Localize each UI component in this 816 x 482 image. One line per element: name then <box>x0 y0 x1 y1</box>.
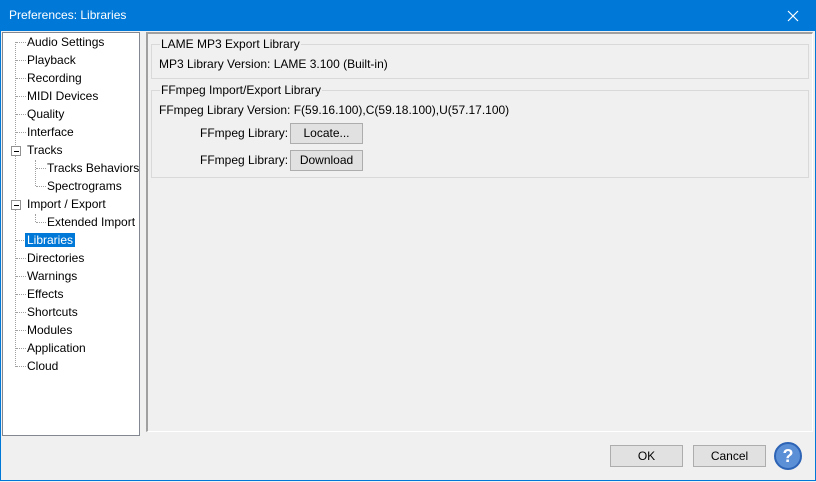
tree-connector <box>35 214 36 222</box>
ffmpeg-version-text: FFmpeg Library Version: F(59.16.100),C(5… <box>159 103 510 117</box>
help-button[interactable]: ? <box>774 442 802 470</box>
download-button[interactable]: Download <box>290 150 363 171</box>
window-title: Preferences: Libraries <box>9 8 127 22</box>
ffmpeg-download-label: FFmpeg Library: <box>200 153 289 167</box>
tree-connector <box>35 160 36 186</box>
lame-version-text: MP3 Library Version: LAME 3.100 (Built-i… <box>159 57 388 71</box>
locate-button[interactable]: Locate... <box>290 123 363 144</box>
tree-item-midi-devices[interactable]: MIDI Devices <box>25 88 100 104</box>
tree-item-application[interactable]: Application <box>25 340 88 356</box>
cancel-button[interactable]: Cancel <box>693 445 766 467</box>
tree-item-extended-import[interactable]: Extended Import <box>45 214 137 230</box>
ok-button[interactable]: OK <box>610 445 683 467</box>
tree-item-warnings[interactable]: Warnings <box>25 268 79 284</box>
tree-item-tracks-behaviors[interactable]: Tracks Behaviors <box>45 160 141 176</box>
tree-item-cloud[interactable]: Cloud <box>25 358 60 374</box>
tree-item-quality[interactable]: Quality <box>25 106 66 122</box>
help-icon: ? <box>782 446 794 466</box>
ffmpeg-group-title: FFmpeg Import/Export Library <box>160 83 323 97</box>
tree-item-modules[interactable]: Modules <box>25 322 74 338</box>
tree-item-shortcuts[interactable]: Shortcuts <box>25 304 80 320</box>
tree-item-directories[interactable]: Directories <box>25 250 86 266</box>
tree-item-effects[interactable]: Effects <box>25 286 65 302</box>
lame-group: LAME MP3 Export Library MP3 Library Vers… <box>151 37 809 79</box>
tree-item-interface[interactable]: Interface <box>25 124 76 140</box>
ffmpeg-locate-label: FFmpeg Library: <box>200 126 289 140</box>
close-button[interactable] <box>770 0 816 31</box>
close-icon <box>787 10 799 21</box>
tree-item-libraries[interactable]: Libraries <box>25 232 76 248</box>
tree-item-audio-settings[interactable]: Audio Settings <box>25 34 106 50</box>
collapse-tracks-icon[interactable] <box>11 146 21 156</box>
tree-item-spectrograms[interactable]: Spectrograms <box>45 178 124 194</box>
collapse-import-export-icon[interactable] <box>11 200 21 210</box>
tree-item-import-export[interactable]: Import / Export <box>25 196 108 212</box>
preferences-tree[interactable]: Audio Settings Playback Recording MIDI D… <box>2 32 140 436</box>
lame-group-title: LAME MP3 Export Library <box>160 37 301 51</box>
tree-item-recording[interactable]: Recording <box>25 70 84 86</box>
tree-item-tracks[interactable]: Tracks <box>25 142 65 158</box>
title-bar: Preferences: Libraries <box>0 0 816 31</box>
tree-item-playback[interactable]: Playback <box>25 52 78 68</box>
